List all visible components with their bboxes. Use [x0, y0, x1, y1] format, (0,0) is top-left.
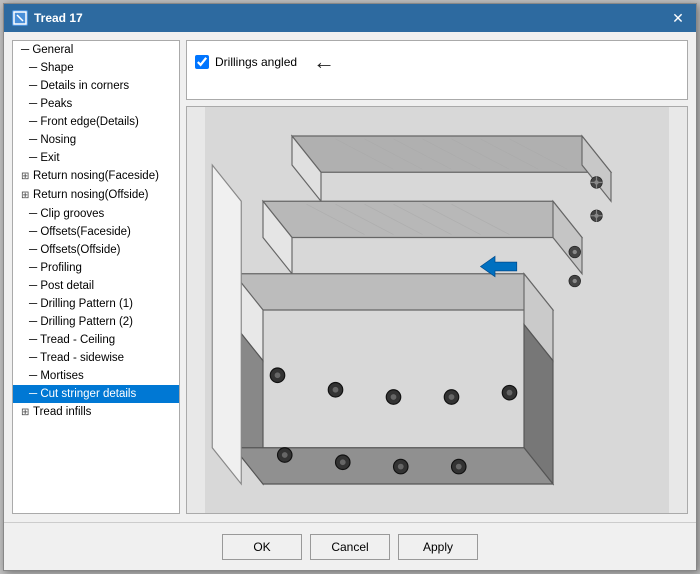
window-icon: [12, 10, 28, 26]
right-panel: Drillings angled ←: [186, 40, 688, 514]
tree-item-post-detail[interactable]: ─ Post detail: [13, 277, 179, 295]
tree-item-drilling-pattern-2[interactable]: ─ Drilling Pattern (2): [13, 313, 179, 331]
option-arrow: ←: [313, 49, 335, 75]
options-area: Drillings angled ←: [186, 40, 688, 100]
drillings-angled-checkbox[interactable]: [195, 55, 209, 69]
tree-item-mortises[interactable]: ─ Mortises: [13, 367, 179, 385]
cancel-button[interactable]: Cancel: [310, 534, 390, 560]
tree-item-peaks[interactable]: ─ Peaks: [13, 95, 179, 113]
tree-item-nosing[interactable]: ─ Nosing: [13, 131, 179, 149]
content-area: ─ General─ Shape─ Details in corners─ Pe…: [4, 32, 696, 522]
drillings-angled-row: Drillings angled: [195, 55, 297, 69]
main-window: Tread 17 ✕ ─ General─ Shape─ Details in …: [3, 3, 697, 571]
title-bar: Tread 17 ✕: [4, 4, 696, 32]
drillings-angled-label: Drillings angled: [215, 55, 297, 69]
tree-item-tread-sidewise[interactable]: ─ Tread - sidewise: [13, 349, 179, 367]
tree-item-clip-grooves[interactable]: ─ Clip grooves: [13, 205, 179, 223]
preview-svg: [187, 107, 687, 513]
window-title: Tread 17: [34, 11, 83, 25]
tree-item-cut-stringer-details[interactable]: ─ Cut stringer details: [13, 385, 179, 403]
close-button[interactable]: ✕: [668, 9, 688, 27]
tree-item-tread-infills[interactable]: ⊞Tread infills: [13, 403, 179, 422]
tree-item-exit[interactable]: ─ Exit: [13, 149, 179, 167]
expand-icon: ⊞: [21, 188, 33, 204]
expand-icon: ⊞: [21, 169, 33, 185]
tree-item-offsets-faceside[interactable]: ─ Offsets(Faceside): [13, 223, 179, 241]
expand-icon: ⊞: [21, 405, 33, 421]
tree-item-general[interactable]: ─ General: [13, 41, 179, 59]
tree-item-drilling-pattern-1[interactable]: ─ Drilling Pattern (1): [13, 295, 179, 313]
tree-item-return-nosing-offside[interactable]: ⊞Return nosing(Offside): [13, 186, 179, 205]
title-bar-left: Tread 17: [12, 10, 83, 26]
tree-item-tread-ceiling[interactable]: ─ Tread - Ceiling: [13, 331, 179, 349]
tree-item-return-nosing-faceside[interactable]: ⊞Return nosing(Faceside): [13, 167, 179, 186]
bottom-bar: OK Cancel Apply: [4, 522, 696, 570]
tree-item-profiling[interactable]: ─ Profiling: [13, 259, 179, 277]
tree-panel: ─ General─ Shape─ Details in corners─ Pe…: [12, 40, 180, 514]
ok-button[interactable]: OK: [222, 534, 302, 560]
tree-item-front-edge[interactable]: ─ Front edge(Details): [13, 113, 179, 131]
tree-item-offsets-offside[interactable]: ─ Offsets(Offside): [13, 241, 179, 259]
tree-item-shape[interactable]: ─ Shape: [13, 59, 179, 77]
tree-item-details-corners[interactable]: ─ Details in corners: [13, 77, 179, 95]
preview-area: [186, 106, 688, 514]
apply-button[interactable]: Apply: [398, 534, 478, 560]
